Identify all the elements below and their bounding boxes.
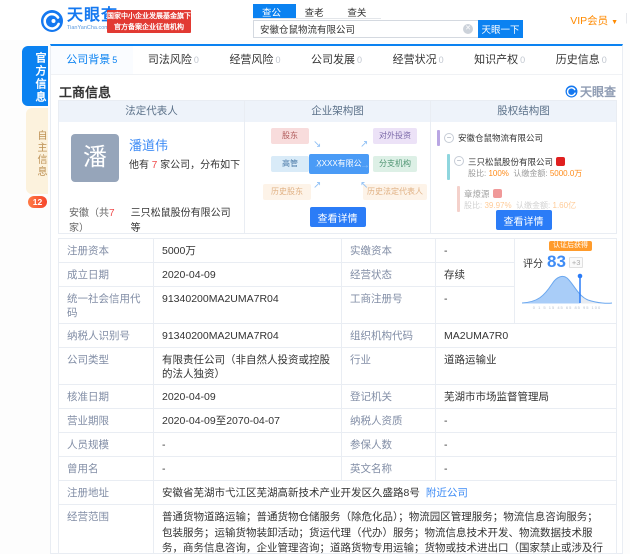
org-chart-detail-button[interactable]: 查看详情 [310,207,366,227]
table-row: 公司类型 有限责任公司（非自然人投资或控股的法人独资） 行业 道路运输业 [59,348,616,385]
tab-company-background[interactable]: 公司背景5 [51,46,133,74]
arrow-icon: → [313,160,323,171]
equity-root-row: − 安徽仓鼠物流有限公司 [437,130,612,146]
equity-root-name[interactable]: 安徽仓鼠物流有限公司 [458,132,543,144]
gov-certification-badge: 国家中小企业发展基金旗下 官方备案企业征信机构 [107,10,191,33]
table-row: 纳税人识别号 91340200MA2UMA7R04 组织机构代码 MA2UMA7… [59,324,616,348]
sidebar-tab-self-info[interactable]: 自主信息 [26,108,48,194]
equity-grandchild-name[interactable]: 章燎源 [464,188,576,200]
company-score-card: 认证后获得 评分 83 +3 0 1 5 15 45 65 85 [514,239,616,323]
org-structure-header: 企业架构图 [245,101,430,122]
score-distribution-chart [520,272,614,305]
tianyancha-watermark: 天眼查 [565,83,616,100]
org-node-history-legal-rep: 历史法定代表人 [363,184,427,200]
org-structure-panel: 企业架构图 股东 高管 历史股东 XXXX有限公司 对外投资 分支机构 历史法定… [245,101,431,233]
tree-bar [457,186,460,212]
caret-down-icon: ▼ [611,19,618,26]
table-row: 注册资本 5000万 实缴资本 - [59,239,514,263]
search-area: 查公司 查老板 查关系 ✕ 天眼一下 [253,4,523,38]
legal-rep-avatar[interactable]: 潘 [71,134,119,182]
vip-menu[interactable]: VIP会员 ▼ [570,13,618,28]
org-node-branch: 分支机构 [373,156,417,172]
top-header: 天眼查 TianYanCha.com 国家中小企业发展基金旗下 官方备案企业征信… [0,0,630,40]
equity-grandchild-meta: 股比: 39.97% 认缴金额: 1.60亿 [464,200,576,211]
nearby-companies-link[interactable]: 附近公司 [426,487,468,499]
search-input[interactable] [253,20,478,38]
watermark-logo-icon [565,85,578,98]
tianyancha-logo-icon [40,9,64,33]
org-node-shareholder: 股东 [271,128,309,144]
equity-structure-header: 股权结构图 [431,101,616,122]
collapse-icon[interactable]: − [444,133,454,143]
table-row: 人员规模 - 参保人数 - [59,433,616,457]
score-axis-labels: 0 1 5 15 45 65 85 95 100 [520,305,614,310]
business-info-table: 注册资本 5000万 实缴资本 - 成立日期 2020-04-09 经营状态 存… [58,238,617,554]
arrow-icon: → [360,160,370,171]
table-row: 统一社会信用代码 91340200MA2UMA7R04 工商注册号 - [59,287,514,323]
org-node-investment: 对外投资 [373,128,417,144]
arrow-icon: ↘ [313,139,321,150]
company-logo-icon [493,189,502,198]
score-value: 83 [547,252,566,272]
equity-grandchild-row: 章燎源 股比: 39.97% 认缴金额: 1.60亿 [457,186,612,212]
legal-representative-panel: 法定代表人 潘 潘道伟 他有 7 家公司，分布如下 安徽（共7家） 三只松鼠股份… [59,101,245,233]
table-row: 成立日期 2020-04-09 经营状态 存续 [59,263,514,287]
tianyancha-company-page: 天眼查 TianYanCha.com 国家中小企业发展基金旗下 官方备案企业征信… [0,0,630,554]
equity-structure-panel: 股权结构图 − 安徽仓鼠物流有限公司 − 三只松鼠股份有限公司 股比: 100%… [431,101,616,233]
score-badge: 认证后获得 [549,241,592,251]
legal-rep-name-link[interactable]: 潘道伟 [129,135,168,154]
table-row: 曾用名 - 英文名称 - [59,457,616,481]
search-tab-boss[interactable]: 查老板 [296,4,339,18]
collapse-icon[interactable]: − [454,156,464,166]
overview-panels: 法定代表人 潘 潘道伟 他有 7 家公司，分布如下 安徽（共7家） 三只松鼠股份… [58,100,617,234]
tab-intellectual-property[interactable]: 知识产权0 [459,46,541,74]
tab-history-info[interactable]: 历史信息0 [540,46,622,74]
header-divider: | [625,12,628,24]
business-scope-label: 经营范围 [59,505,154,554]
company-logo-icon [556,157,565,166]
arrow-icon: ↖ [360,180,368,191]
search-tab-relation[interactable]: 查关系 [338,4,381,18]
company-detail-card: 公司背景5 司法风险0 经营风险0 公司发展0 经营状况0 知识产权0 历史信息… [50,44,623,554]
table-row-address: 注册地址 安徽省芜湖市弋江区芜湖高新技术产业开发区久盛路8号附近公司 [59,481,616,505]
table-row: 营业期限 2020-04-09至2070-04-07 纳税人资质 - [59,409,616,433]
equity-chart-detail-button[interactable]: 查看详情 [496,210,552,230]
tab-operation-risk[interactable]: 经营风险0 [214,46,296,74]
tab-judicial-risk[interactable]: 司法风险0 [133,46,215,74]
search-type-tabs: 查公司 查老板 查关系 [253,4,381,19]
business-scope-value: 普通货物道路运输；普通货物仓储服务（除危化品）；物流园区管理服务；物流信息咨询服… [154,505,616,554]
company-nav-tabs: 公司背景5 司法风险0 经营风险0 公司发展0 经营状况0 知识产权0 历史信息… [51,46,622,75]
legal-rep-description: 他有 7 家公司，分布如下 [129,156,240,171]
tree-bar [447,154,450,180]
self-info-count-badge: 12 [28,196,47,208]
address-label: 注册地址 [59,481,154,504]
address-value: 安徽省芜湖市弋江区芜湖高新技术产业开发区久盛路8号附近公司 [154,481,616,504]
table-row: 核准日期 2020-04-09 登记机关 芜湖市市场监督管理局 [59,385,616,409]
search-tab-company[interactable]: 查公司 [253,4,296,18]
search-button[interactable]: 天眼一下 [478,20,523,38]
sidebar-tab-official-info[interactable]: 官方信息 [22,46,48,106]
org-node-executive: 高管 [271,156,309,172]
table-row-business-scope: 经营范围 普通货物道路运输；普通货物仓储服务（除危化品）；物流园区管理服务；物流… [59,505,616,554]
legal-representative-header: 法定代表人 [59,101,244,122]
legal-rep-region: 安徽（共7家） [69,204,131,234]
score-delta: +3 [569,257,584,268]
org-node-history-shareholder: 历史股东 [263,184,311,200]
equity-child-name[interactable]: 三只松鼠股份有限公司 [468,156,582,168]
equity-child-row: − 三只松鼠股份有限公司 股比: 100% 认缴金额: 5000.0万 [447,154,612,180]
clear-icon[interactable]: ✕ [463,24,473,34]
arrow-icon: ↗ [360,139,368,150]
section-title-business-info: 工商信息 [59,82,111,101]
tab-company-development[interactable]: 公司发展0 [296,46,378,74]
tree-bar [437,130,440,146]
tab-operation-status[interactable]: 经营状况0 [377,46,459,74]
legal-rep-company-link[interactable]: 三只松鼠股份有限公司等 [131,204,234,234]
equity-child-meta: 股比: 100% 认缴金额: 5000.0万 [468,168,582,179]
arrow-icon: ↗ [313,180,321,191]
score-label: 评分 [523,255,543,270]
